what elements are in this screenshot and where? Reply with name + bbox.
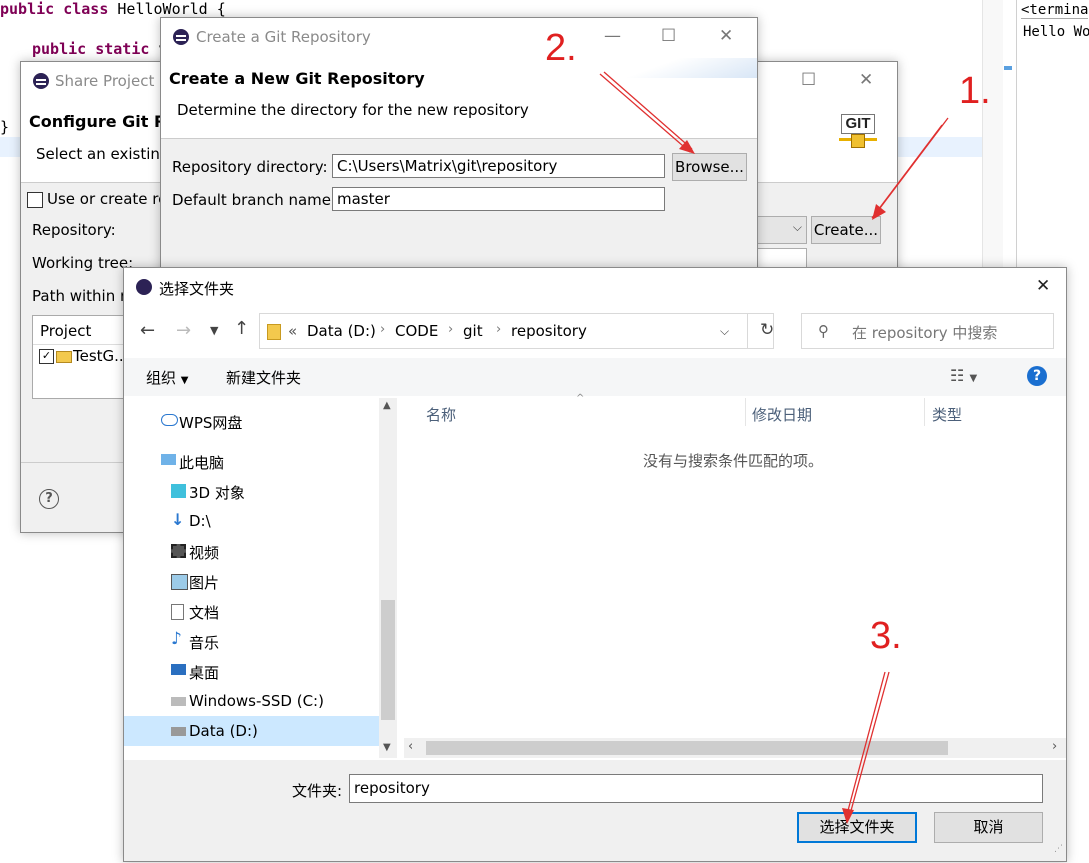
arrow-to-select-folder-button (842, 671, 890, 824)
arrow-to-browse-button (599, 71, 695, 154)
arrow-to-create-button (871, 117, 949, 220)
annotation-arrows (599, 71, 949, 824)
